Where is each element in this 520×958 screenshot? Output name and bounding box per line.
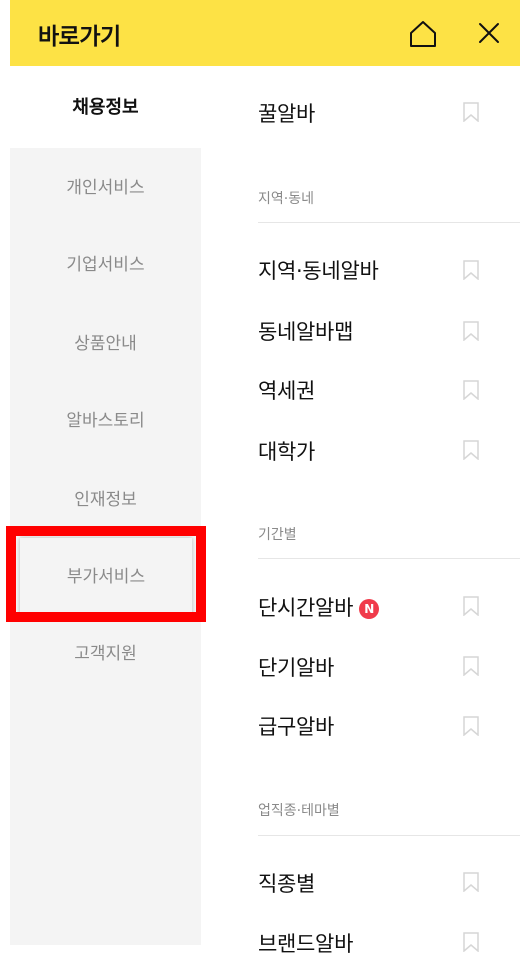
bookmark-icon[interactable] (462, 656, 480, 676)
bookmark-icon[interactable] (462, 102, 480, 122)
menu-item-label: 단시간알바 (258, 596, 354, 620)
section-title-job-theme: 업직종·테마별 (258, 803, 340, 819)
menu-item-honey-alba[interactable]: 꿀알바 (258, 98, 315, 128)
section-title-region: 지역·동네 (258, 191, 314, 207)
header-title: 바로가기 (38, 24, 121, 50)
home-icon (410, 21, 436, 47)
category-recruit-info[interactable]: 채용정보 (10, 88, 201, 128)
home-button[interactable] (406, 17, 440, 49)
category-business-service[interactable]: 기업서비스 (10, 245, 201, 285)
close-button[interactable] (472, 17, 506, 49)
category-additional-service[interactable]: 부가서비스 (20, 538, 192, 616)
new-badge: N (359, 599, 380, 619)
category-talent-info[interactable]: 인재정보 (10, 480, 201, 520)
category-alba-story[interactable]: 알바스토리 (10, 401, 201, 441)
menu-panel: 꿀알바 지역·동네 지역·동네알바 동네알바맵 역세권 대학가 기간별 단시간알… (201, 66, 520, 956)
header-bar: 바로가기 (10, 0, 520, 66)
bookmark-icon[interactable] (462, 321, 480, 341)
menu-item-brand-alba[interactable]: 브랜드알바 (258, 928, 353, 958)
category-product-info[interactable]: 상품안내 (10, 324, 201, 364)
category-personal-service[interactable]: 개인서비스 (10, 168, 201, 208)
menu-item-station-area[interactable]: 역세권 (258, 375, 315, 405)
menu-item-neighborhood-map[interactable]: 동네알바맵 (258, 316, 353, 346)
bookmark-icon[interactable] (462, 716, 480, 736)
menu-item-region-alba[interactable]: 지역·동네알바 (258, 255, 379, 285)
menu-item-by-job[interactable]: 직종별 (258, 868, 315, 898)
bookmark-icon[interactable] (462, 872, 480, 892)
bookmark-icon[interactable] (462, 380, 480, 400)
category-customer-support[interactable]: 고객지원 (10, 634, 201, 674)
bookmark-icon[interactable] (462, 440, 480, 460)
section-title-period: 기간별 (258, 527, 297, 543)
close-icon (479, 23, 499, 43)
section-divider (258, 222, 520, 223)
menu-item-short-term[interactable]: 단기알바 (258, 652, 334, 682)
menu-item-urgent[interactable]: 급구알바 (258, 711, 334, 741)
section-divider (258, 835, 520, 836)
menu-item-short-hours[interactable]: 단시간알바 N (258, 592, 380, 622)
bookmark-icon[interactable] (462, 932, 480, 952)
bookmark-icon[interactable] (462, 596, 480, 616)
section-divider (258, 558, 520, 559)
bookmark-icon[interactable] (462, 260, 480, 280)
menu-item-university-area[interactable]: 대학가 (258, 436, 315, 466)
